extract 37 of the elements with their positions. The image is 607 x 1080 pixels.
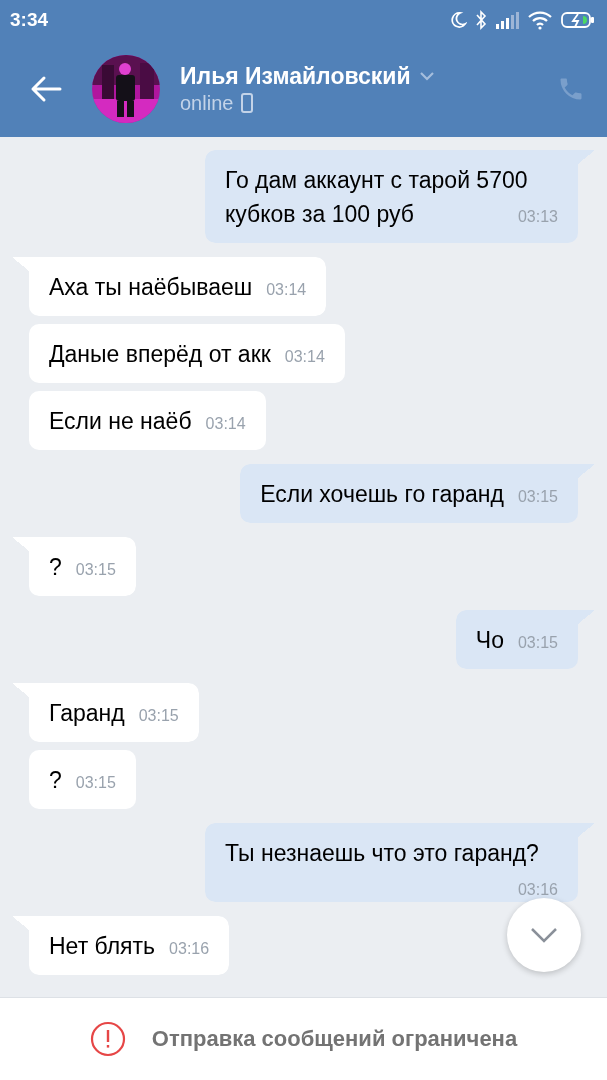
back-arrow-icon[interactable] xyxy=(30,74,62,103)
message-bubble: Если хочешь го гаранд 03:15 xyxy=(240,464,595,523)
bluetooth-icon xyxy=(475,10,487,30)
chevron-down-icon xyxy=(530,927,558,943)
message-time: 03:15 xyxy=(517,633,558,653)
message-bubble: Даные вперёд от акк 03:14 xyxy=(29,324,345,383)
message-bubble: Чо 03:15 xyxy=(455,610,595,669)
status-time: 3:34 xyxy=(10,9,49,31)
signal-icon xyxy=(495,11,519,29)
message-time: 03:14 xyxy=(284,347,325,367)
message-time: 03:15 xyxy=(517,487,558,507)
message-time: 03:16 xyxy=(517,880,558,900)
scroll-down-button[interactable] xyxy=(507,898,581,972)
message-time: 03:15 xyxy=(75,773,116,793)
message-time: 03:16 xyxy=(169,939,210,959)
message-bubble: Го дам аккаунт с тарой 5700 кубков за 100 руб 03:13 xyxy=(205,150,595,243)
moon-icon xyxy=(449,11,467,29)
message-time: 03:13 xyxy=(517,207,558,227)
message-bubble: Нет блять 03:16 xyxy=(12,916,230,975)
battery-icon xyxy=(561,11,595,29)
warning-icon xyxy=(89,1021,126,1057)
message-bubble: ? 03:15 xyxy=(29,750,136,809)
online-status: online xyxy=(180,91,234,115)
message-time: 03:15 xyxy=(75,560,116,580)
chevron-down-icon[interactable] xyxy=(418,71,435,81)
message-time: 03:14 xyxy=(266,280,307,300)
message-time: 03:14 xyxy=(205,414,246,434)
message-bubble: ? 03:15 xyxy=(12,537,136,596)
message-bubble: Ты незнаешь что это гаранд? 03:16 xyxy=(205,823,595,902)
message-time: 03:15 xyxy=(138,706,179,726)
wifi-icon xyxy=(527,10,553,30)
phone-icon xyxy=(241,93,254,113)
contact-name[interactable]: Илья Измайловский xyxy=(180,62,411,90)
restriction-notice: Отправка сообщений ограничена xyxy=(151,1026,518,1052)
message-bubble: Гаранд 03:15 xyxy=(12,683,199,742)
message-bubble: Аха ты наёбываеш 03:14 xyxy=(12,257,327,316)
message-bubble: Если не наёб 03:14 xyxy=(29,391,266,450)
